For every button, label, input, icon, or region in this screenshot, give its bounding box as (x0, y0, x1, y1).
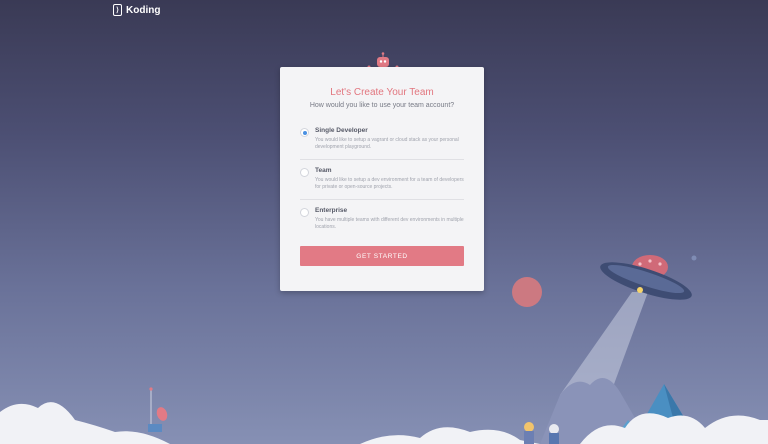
satellite-dish-icon (148, 387, 168, 432)
option-title: Enterprise (315, 207, 348, 214)
option-description: You have multiple teams with different d… (315, 217, 464, 230)
planet-icon (512, 277, 542, 307)
cloud-icon (0, 402, 768, 444)
radio-team[interactable] (300, 168, 309, 177)
option-title: Single Developer (315, 127, 368, 134)
mountain-icon (610, 384, 700, 444)
card-subtitle: How would you like to use your team acco… (309, 102, 455, 109)
option-title: Team (315, 167, 332, 174)
team-type-options: Single Developer You would like to setup… (300, 120, 464, 240)
card-title: Let's Create Your Team (330, 87, 434, 98)
option-description: You would like to setup a dev environmen… (315, 177, 464, 190)
koding-logo-icon: ⟩ (113, 4, 122, 16)
option-single-developer[interactable]: Single Developer You would like to setup… (300, 120, 464, 160)
option-team[interactable]: Team You would like to setup a dev envir… (300, 160, 464, 200)
radio-enterprise[interactable] (300, 208, 309, 217)
radio-single-developer[interactable] (300, 128, 309, 137)
option-description: You would like to setup a vagrant or clo… (315, 137, 459, 150)
koding-logo[interactable]: ⟩ Koding (113, 4, 160, 16)
brand-name: Koding (126, 4, 161, 16)
create-team-card: Let's Create Your Team How would you lik… (280, 67, 484, 291)
ufo-icon (600, 255, 692, 300)
astronaut-icon (524, 422, 559, 444)
get-started-button[interactable]: GET STARTED (300, 246, 464, 266)
tractor-beam (560, 292, 648, 395)
option-enterprise[interactable]: Enterprise You have multiple teams with … (300, 200, 464, 240)
